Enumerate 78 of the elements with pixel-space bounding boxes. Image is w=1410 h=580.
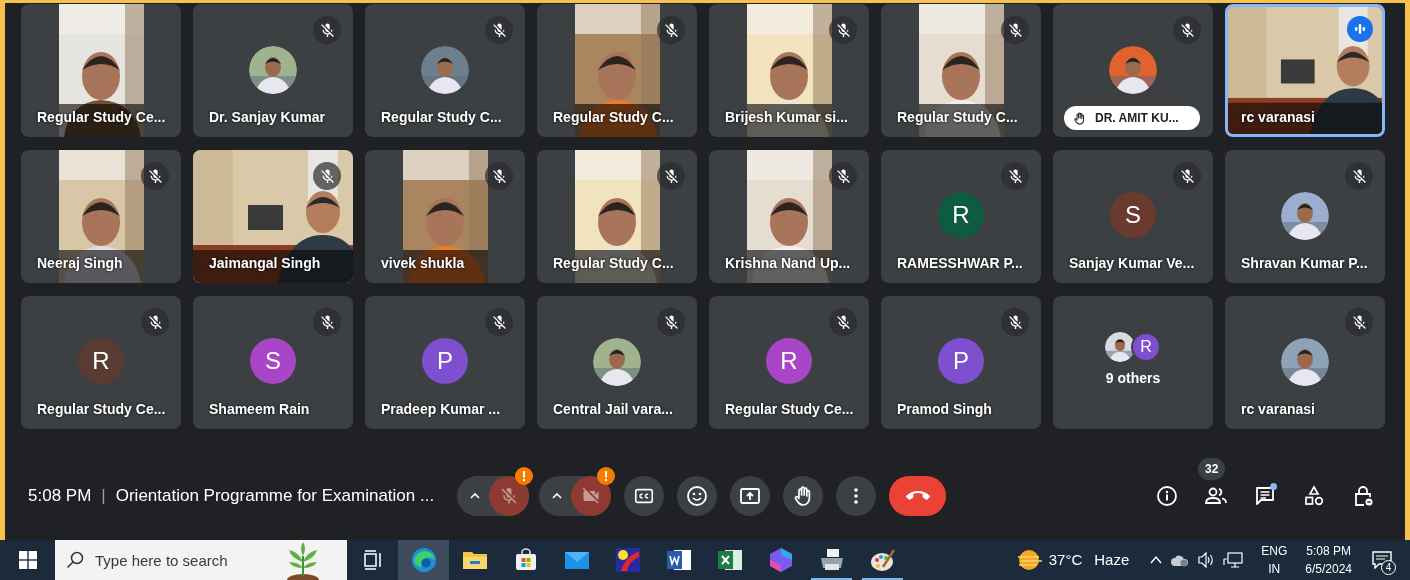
info-icon (1155, 484, 1179, 508)
folder-icon (461, 549, 488, 571)
participant-name: Regular Study Ce... (725, 400, 854, 419)
captions-button[interactable] (624, 476, 664, 516)
participant-name: Jaimangal Singh (209, 254, 321, 273)
more-options-button[interactable] (836, 476, 876, 516)
notifications-button[interactable]: 4 (1362, 540, 1402, 580)
palette-icon (868, 547, 897, 573)
dots-icon (853, 487, 859, 505)
participant-name: RAMESSHWAR P... (897, 254, 1023, 273)
cloud-icon[interactable] (1171, 553, 1190, 567)
participant-name: Brijesh Kumar si... (725, 108, 848, 127)
weather-condition: Haze (1094, 549, 1130, 570)
separator: | (101, 485, 106, 508)
mic-off-icon (499, 486, 519, 506)
participant-name: Central Jail vara... (553, 400, 673, 419)
camera-off-icon (581, 486, 601, 506)
avatar-initial: S (1110, 192, 1156, 238)
avatar-initial: R (78, 338, 124, 384)
end-call-button[interactable] (889, 476, 946, 516)
avatar-initial: S (250, 338, 296, 384)
participant-name: DR. AMIT KU... (1095, 110, 1179, 127)
participant-name: Shameem Rain (209, 400, 310, 419)
participant-name: Sanjay Kumar Ve... (1069, 254, 1195, 273)
participant-name: rc varanasi (1241, 108, 1315, 127)
emoji-button[interactable] (677, 476, 717, 516)
mic-button[interactable] (489, 476, 529, 516)
participant-name: vivek shukla (381, 254, 465, 273)
notification-count: 4 (1381, 560, 1396, 575)
avatar-initial: R (938, 192, 984, 238)
task-view-icon (361, 549, 384, 571)
word-icon (665, 548, 692, 572)
smiley-icon (685, 484, 709, 508)
chat-icon (1253, 484, 1277, 508)
clock-date[interactable]: 6/5/2024 (1305, 560, 1352, 578)
avatar-initial: R (1131, 332, 1161, 362)
raise-hand-button[interactable] (783, 476, 823, 516)
participant-name: Regular Study C... (381, 108, 502, 127)
shopping-bag-icon (513, 548, 538, 572)
participant-name: Neeraj Singh (37, 254, 123, 273)
participant-name: Regular Study Ce... (37, 108, 166, 127)
others-count: 9 others (1105, 369, 1161, 388)
app-icon (614, 547, 641, 573)
search-field[interactable]: Type here to search (55, 540, 347, 580)
meeting-title: Orientation Programme for Examination ... (115, 485, 435, 508)
participant-name: Regular Study Ce... (37, 400, 166, 419)
shapes-icon (1302, 484, 1326, 508)
avatar-initial: P (938, 338, 984, 384)
participant-name: Pradeep Kumar ... (381, 400, 501, 419)
envelope-icon (563, 550, 590, 570)
present-button[interactable] (730, 476, 770, 516)
hand-icon (1072, 110, 1087, 126)
network-icon[interactable] (1223, 551, 1244, 569)
participant-name: Regular Study C... (553, 108, 674, 127)
participant-name: Krishna Nand Up... (725, 254, 851, 273)
weather-temperature: 37°C (1048, 549, 1083, 570)
avatar-initial: R (766, 338, 812, 384)
participant-name: Regular Study C... (553, 254, 674, 273)
region-code[interactable]: IN (1268, 560, 1281, 578)
participant-name: Pramod Singh (897, 400, 992, 419)
participant-name: Dr. Sanjay Kumar (209, 108, 325, 127)
search-icon (65, 550, 85, 570)
participant-name: rc varanasi (1241, 400, 1315, 419)
clock-time[interactable]: 5:08 PM (1306, 542, 1351, 560)
spreadsheet-icon (716, 548, 743, 572)
edge-icon (410, 547, 437, 573)
participant-name: Shravan Kumar P... (1241, 254, 1368, 273)
meeting-time: 5:08 PM (28, 485, 92, 508)
count-badge: 32 (1198, 458, 1226, 480)
weather-haze-icon (1016, 548, 1043, 572)
speaker-icon[interactable] (1197, 552, 1216, 568)
avatar-initial: P (422, 338, 468, 384)
participant-name: Regular Study C... (897, 108, 1018, 127)
windows-logo-icon (18, 551, 37, 569)
hexagon-icon (768, 547, 793, 573)
camera-button[interactable] (571, 476, 611, 516)
chat-bubble-icon (1372, 551, 1392, 569)
language-code[interactable]: ENG (1261, 542, 1288, 560)
